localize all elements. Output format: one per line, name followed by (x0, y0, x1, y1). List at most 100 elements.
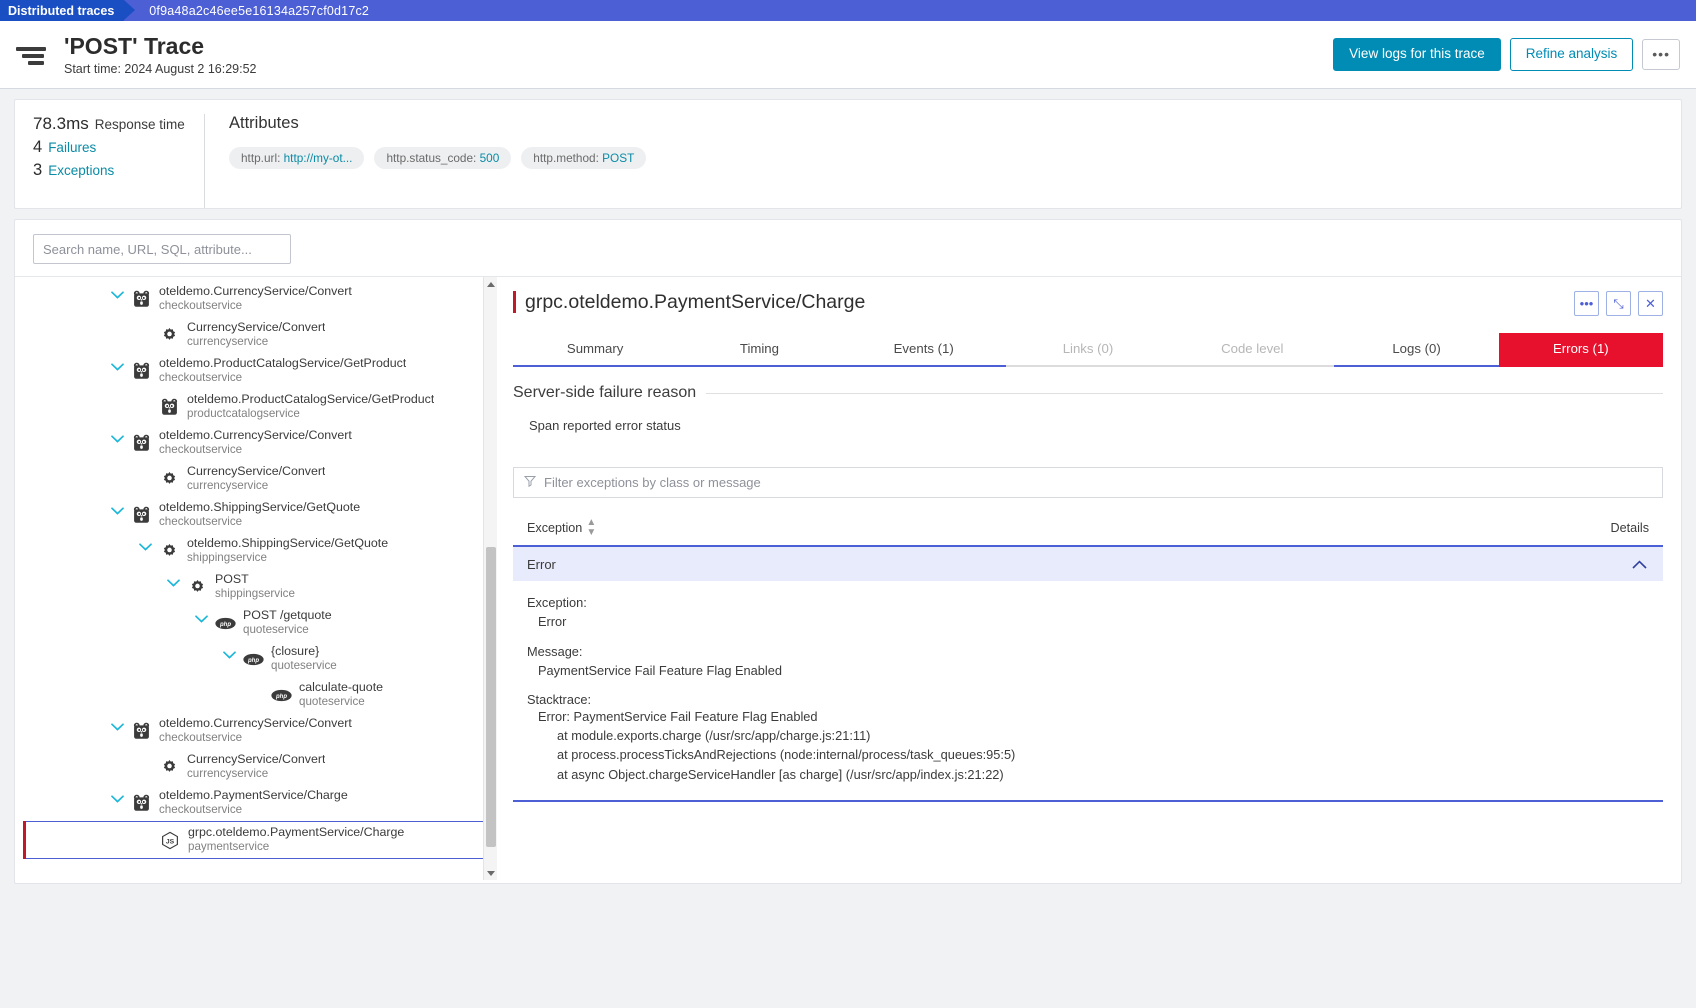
tab-errors-1[interactable]: Errors (1) (1498, 333, 1663, 367)
tree-vertical-scrollbar[interactable] (483, 277, 497, 880)
span-tree-row[interactable]: oteldemo.ShippingService/GetQuote shippin… (15, 533, 497, 569)
breadcrumb-root-label: Distributed traces (8, 3, 115, 18)
chevron-down-icon[interactable] (111, 795, 127, 811)
chevron-down-icon[interactable] (111, 363, 127, 379)
span-tree-row[interactable]: oteldemo.ProductCatalogService/GetProduc… (15, 389, 497, 425)
span-tree-row[interactable]: php calculate-quote quoteservice (15, 677, 497, 713)
svg-text:php: php (219, 621, 231, 627)
chevron-down-icon[interactable] (223, 651, 239, 667)
chevron-down-icon[interactable] (139, 543, 155, 559)
span-tree-list: oteldemo.CurrencyService/Convert checkout… (15, 277, 497, 859)
stat-exceptions-link[interactable]: Exceptions (48, 163, 114, 178)
header-more-options-button[interactable]: ••• (1642, 38, 1680, 71)
span-tree-row[interactable]: oteldemo.CurrencyService/Convert checkout… (15, 281, 497, 317)
exception-table-header: Exception ▲ ▼ Details (513, 518, 1663, 545)
detail-header: grpc.oteldemo.PaymentService/Charge ••• … (513, 291, 1663, 316)
span-service: shippingservice (187, 551, 267, 565)
detail-expand-button[interactable]: ⤡ (1606, 291, 1631, 316)
detail-more-options-button[interactable]: ••• (1574, 291, 1599, 316)
trace-summary-card: 78.3ms Response time 4 Failures 3 Except… (14, 99, 1682, 209)
attribute-chip[interactable]: http.status_code: 500 (374, 147, 512, 169)
stat-exceptions: 3 Exceptions (33, 161, 204, 180)
span-tree-row[interactable]: CurrencyService/Convert currencyservice (15, 461, 497, 497)
exception-detail-body: Exception: Error Message: PaymentService… (513, 581, 1663, 802)
attribute-chip[interactable]: http.url: http://my-ot... (229, 147, 365, 169)
tab-logs-0[interactable]: Logs (0) (1334, 333, 1499, 367)
tab-timing[interactable]: Timing (677, 333, 842, 367)
scrollbar-thumb[interactable] (486, 547, 496, 847)
span-search-wrap (15, 234, 1681, 276)
span-tree-row[interactable]: oteldemo.CurrencyService/Convert checkout… (15, 425, 497, 461)
gopher-icon (130, 792, 152, 814)
span-tree-labels: POST /getquote quoteservice (243, 608, 332, 637)
trace-waterfall-icon (14, 40, 54, 70)
stacktrace-value: Error: PaymentService Fail Feature Flag … (527, 707, 1649, 784)
span-tree-labels: oteldemo.ShippingService/GetQuote shippin… (187, 536, 388, 565)
breadcrumb-trace-id[interactable]: 0f9a48a2c46ee5e16134a257cf0d17c2 (135, 0, 369, 21)
gear-icon (158, 756, 180, 778)
exception-filter[interactable] (513, 467, 1663, 498)
refine-analysis-button[interactable]: Refine analysis (1509, 38, 1634, 71)
sort-icon[interactable]: ▲ ▼ (586, 518, 596, 538)
chevron-down-icon[interactable] (195, 615, 211, 631)
span-tree-row[interactable]: oteldemo.PaymentService/Charge checkoutse… (15, 785, 497, 821)
section-divider (706, 392, 1663, 394)
stat-failures-link[interactable]: Failures (48, 140, 96, 155)
span-tree-labels: oteldemo.CurrencyService/Convert checkout… (159, 428, 352, 457)
stacktrace-line: at module.exports.charge (/usr/src/app/c… (557, 728, 871, 744)
detail-close-button[interactable]: ✕ (1638, 291, 1663, 316)
attribute-chip[interactable]: http.method: POST (521, 147, 647, 169)
span-tree-labels: CurrencyService/Convert currencyservice (187, 752, 325, 781)
scroll-down-arrow-icon[interactable] (484, 866, 497, 880)
span-tree-row[interactable]: oteldemo.ProductCatalogService/GetProduc… (15, 353, 497, 389)
span-service: checkoutservice (159, 443, 243, 457)
span-name: calculate-quote (299, 680, 384, 695)
chevron-down-icon[interactable] (111, 723, 127, 739)
column-header-exception[interactable]: Exception (527, 521, 582, 535)
span-name: CurrencyService/Convert (187, 320, 326, 335)
chevron-up-icon[interactable] (1632, 557, 1647, 571)
span-service: currencyservice (187, 767, 269, 781)
exception-label: Exception: (527, 595, 587, 610)
span-tree-row[interactable]: php {closure} quoteservice (15, 641, 497, 677)
span-name: oteldemo.CurrencyService/Convert (159, 284, 352, 299)
search-input[interactable] (33, 234, 291, 264)
span-tree-row[interactable]: CurrencyService/Convert currencyservice (15, 317, 497, 353)
tab-summary[interactable]: Summary (513, 333, 678, 367)
chevron-down-icon[interactable] (111, 435, 127, 451)
breadcrumb-chevron-icon (124, 0, 136, 20)
attribute-key: http.url: (241, 151, 281, 165)
span-tree-row-selected[interactable]: JS grpc.oteldemo.PaymentService/Charge pay… (23, 821, 489, 859)
span-tree-row[interactable]: CurrencyService/Convert currencyservice (15, 749, 497, 785)
scroll-up-arrow-icon[interactable] (484, 277, 497, 291)
chevron-down-icon[interactable] (111, 507, 127, 523)
attribute-value: http://my-ot... (283, 151, 353, 165)
trace-explorer-card: oteldemo.CurrencyService/Convert checkout… (14, 219, 1682, 884)
view-logs-button[interactable]: View logs for this trace (1333, 38, 1501, 71)
span-tree-row[interactable]: php POST /getquote quoteservice (15, 605, 497, 641)
span-service: checkoutservice (159, 731, 243, 745)
tab-links-0: Links (0) (1005, 333, 1171, 367)
gear-icon (186, 576, 208, 598)
failure-reason-section-title: Server-side failure reason (513, 384, 1663, 402)
span-tree-labels: oteldemo.PaymentService/Charge checkoutse… (159, 788, 348, 817)
tab-events-1[interactable]: Events (1) (841, 333, 1006, 367)
span-tree-labels: oteldemo.ProductCatalogService/GetProduc… (187, 392, 434, 421)
span-tree-pane: oteldemo.CurrencyService/Convert checkout… (15, 277, 497, 880)
span-tree-row[interactable]: POST shippingservice (15, 569, 497, 605)
span-tree-row[interactable]: oteldemo.CurrencyService/Convert checkout… (15, 713, 497, 749)
span-tree-labels: CurrencyService/Convert currencyservice (187, 464, 325, 493)
span-name: {closure} (271, 644, 320, 659)
span-service: quoteservice (271, 659, 337, 673)
span-service: paymentservice (188, 840, 270, 854)
exception-filter-input[interactable] (544, 475, 1652, 490)
span-tree-labels: calculate-quote quoteservice (299, 680, 383, 709)
breadcrumb-root-link[interactable]: Distributed traces (0, 0, 125, 21)
span-tree-row[interactable]: oteldemo.ShippingService/GetQuote checkou… (15, 497, 497, 533)
exception-row[interactable]: Error (513, 545, 1663, 581)
chevron-down-icon[interactable] (167, 579, 183, 595)
chevron-down-icon[interactable] (111, 291, 127, 307)
attribute-key: http.status_code: (386, 151, 477, 165)
